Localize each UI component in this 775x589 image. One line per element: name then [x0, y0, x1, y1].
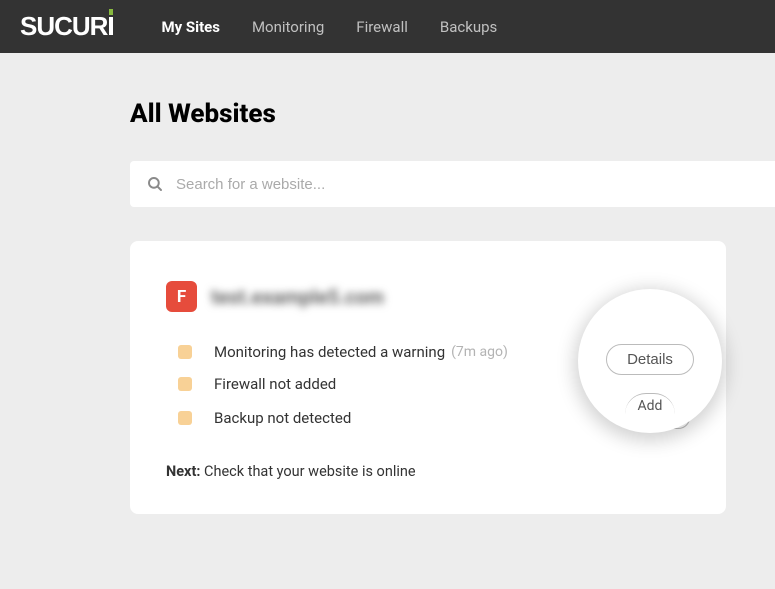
next-line: Next: Check that your website is online [166, 463, 690, 480]
warning-dot-icon [178, 411, 192, 425]
status-text: Backup not detected [214, 409, 351, 427]
brand-logo[interactable]: SUCUR [20, 11, 113, 42]
next-text: Check that your website is online [204, 463, 416, 480]
warning-dot-icon [178, 345, 192, 359]
status-text: Monitoring has detected a warning [214, 343, 445, 361]
status-text: Firewall not added [214, 375, 336, 393]
nav-my-sites[interactable]: My Sites [161, 18, 220, 36]
page-title: All Websites [130, 99, 739, 129]
brand-accent-i-icon [109, 17, 113, 35]
grade-letter: F [177, 287, 186, 307]
page-content: All Websites F test.example5.com Monitor… [0, 53, 775, 514]
add-button-highlight[interactable]: Add [625, 393, 675, 414]
search-icon [146, 175, 164, 193]
warning-dot-icon [178, 377, 192, 391]
nav-backups[interactable]: Backups [440, 18, 497, 36]
search-input[interactable] [176, 176, 775, 193]
status-ago: (7m ago) [451, 344, 508, 360]
grade-badge: F [166, 281, 197, 312]
search-bar[interactable] [130, 161, 775, 207]
top-nav: SUCUR My Sites Monitoring Firewall Backu… [0, 0, 775, 53]
site-domain[interactable]: test.example5.com [211, 285, 384, 309]
nav-monitoring[interactable]: Monitoring [252, 18, 324, 36]
next-label: Next: [166, 463, 200, 480]
details-button-highlight[interactable]: Details [606, 344, 694, 375]
highlight-circle: Details Add [578, 289, 722, 433]
brand-name: SUCUR [20, 11, 107, 42]
nav-firewall[interactable]: Firewall [356, 18, 408, 36]
primary-nav: My Sites Monitoring Firewall Backups [161, 18, 497, 36]
